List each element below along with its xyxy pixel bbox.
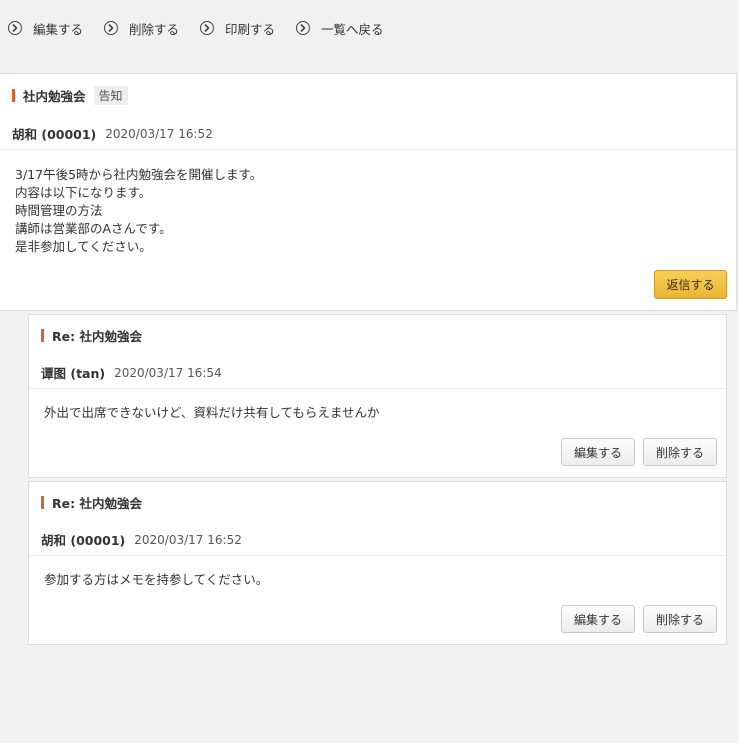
post-category-tag: 告知	[93, 86, 128, 105]
reply-button[interactable]: 返信する	[654, 270, 727, 299]
action-toolbar: 編集する 削除する 印刷する 一覧へ戻る	[8, 19, 405, 37]
chevron-right-circle-icon	[200, 21, 215, 35]
accent-bar	[41, 496, 44, 509]
print-action-label: 印刷する	[225, 21, 276, 37]
post-title: 社内勉強会	[23, 89, 86, 104]
print-action[interactable]: 印刷する	[200, 19, 275, 38]
reply-body: 外出で出席できないけど、資料だけ共有してもらえませんか	[44, 405, 380, 420]
delete-action-label: 削除する	[129, 21, 180, 37]
reply-title-row: Re: 社内勉強会	[41, 326, 142, 345]
accent-bar	[41, 329, 44, 342]
accent-bar	[12, 89, 15, 102]
reply-meta: 胡和 (00001) 2020/03/17 16:52	[41, 530, 242, 549]
divider	[0, 149, 736, 150]
reply-card: Re: 社内勉強会 谭图 (tan) 2020/03/17 16:54 外出で出…	[28, 314, 727, 478]
reply-date: 2020/03/17 16:52	[134, 532, 242, 547]
reply-title: Re: 社内勉強会	[52, 496, 142, 511]
divider	[29, 388, 726, 389]
chevron-right-circle-icon	[296, 21, 311, 35]
delete-reply-button[interactable]: 削除する	[643, 605, 717, 633]
reply-title-row: Re: 社内勉強会	[41, 493, 142, 512]
reply-title: Re: 社内勉強会	[52, 329, 142, 344]
reply-author: 谭图 (tan)	[41, 366, 106, 381]
main-post-card: 社内勉強会 告知 胡和 (00001) 2020/03/17 16:52 3/1…	[0, 73, 737, 311]
reply-author: 胡和 (00001)	[41, 533, 126, 548]
edit-action-label: 編集する	[33, 21, 84, 37]
delete-action[interactable]: 削除する	[104, 19, 179, 38]
edit-action[interactable]: 編集する	[8, 19, 83, 38]
post-meta: 胡和 (00001) 2020/03/17 16:52	[12, 124, 213, 143]
back-to-list-label: 一覧へ戻る	[321, 21, 384, 37]
post-body-line: 是非参加してください。	[15, 239, 152, 254]
post-body: 3/17午後5時から社内勉強会を開催します。 内容は以下になります。 時間管理の…	[15, 166, 262, 256]
divider	[29, 555, 726, 556]
reply-meta: 谭图 (tan) 2020/03/17 16:54	[41, 363, 222, 382]
reply-body: 参加する方はメモを持参してください。	[44, 572, 269, 587]
edit-reply-button[interactable]: 編集する	[561, 438, 635, 466]
post-body-line: 時間管理の方法	[15, 203, 103, 218]
back-to-list-action[interactable]: 一覧へ戻る	[296, 19, 384, 38]
post-date: 2020/03/17 16:52	[105, 126, 213, 141]
delete-reply-button[interactable]: 削除する	[643, 438, 717, 466]
post-author: 胡和 (00001)	[12, 127, 97, 142]
reply-date: 2020/03/17 16:54	[114, 365, 222, 380]
reply-card: Re: 社内勉強会 胡和 (00001) 2020/03/17 16:52 参加…	[28, 481, 727, 645]
edit-reply-button[interactable]: 編集する	[561, 605, 635, 633]
post-body-line: 3/17午後5時から社内勉強会を開催します。	[15, 167, 263, 182]
post-title-row: 社内勉強会 告知	[12, 86, 128, 105]
post-body-line: 内容は以下になります。	[15, 185, 152, 200]
chevron-right-circle-icon	[104, 21, 119, 35]
post-body-line: 講師は営業部のAさんです。	[15, 221, 172, 236]
chevron-right-circle-icon	[8, 21, 22, 35]
